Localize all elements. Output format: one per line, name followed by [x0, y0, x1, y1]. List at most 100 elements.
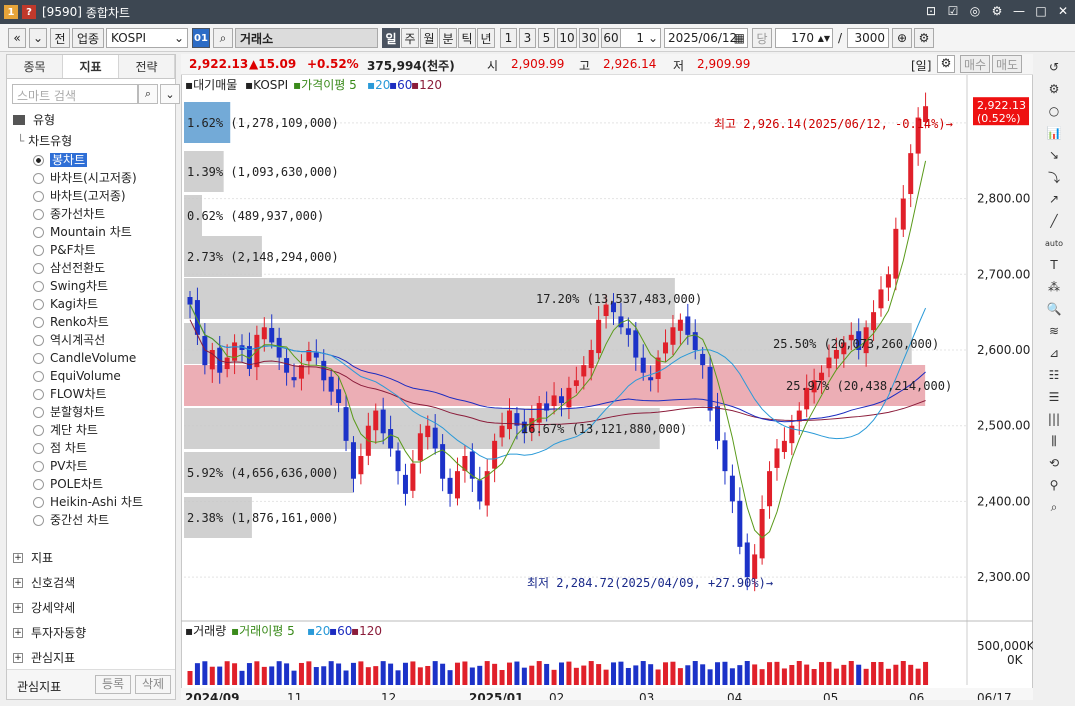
- minimize-button[interactable]: —: [1011, 3, 1027, 19]
- close-button[interactable]: ✕: [1055, 3, 1071, 19]
- expand-icon[interactable]: +: [13, 602, 23, 613]
- radio-icon[interactable]: [33, 245, 44, 256]
- zoom-icon[interactable]: ⊕: [892, 28, 912, 48]
- settings-icon[interactable]: ⚙: [989, 3, 1005, 19]
- chart-type-option[interactable]: 계단 차트: [33, 422, 98, 439]
- chevron-down-icon[interactable]: ⌄: [29, 28, 47, 48]
- spinner-icon[interactable]: ▲▼: [818, 34, 830, 43]
- radio-icon[interactable]: [33, 173, 44, 184]
- collapse-icon[interactable]: ⌄: [160, 84, 180, 104]
- chart-type-option[interactable]: POLE차트: [33, 476, 103, 493]
- trendline-icon[interactable]: ╱: [1045, 212, 1063, 230]
- triangle-icon[interactable]: ⊿: [1045, 344, 1063, 362]
- search-icon[interactable]: ⌕: [1045, 498, 1063, 516]
- expand-icon[interactable]: +: [13, 652, 23, 663]
- refresh-icon[interactable]: ⟲: [1045, 454, 1063, 472]
- sell-button[interactable]: 매도: [992, 55, 1022, 73]
- text-icon[interactable]: T: [1045, 256, 1063, 274]
- interval-button-1[interactable]: 1: [500, 28, 517, 48]
- chart-type-option[interactable]: 바차트(시고저종): [33, 170, 137, 187]
- period-spin[interactable]: 1 ⌄: [617, 28, 661, 48]
- radio-icon[interactable]: [33, 281, 44, 292]
- chart-type-option[interactable]: 봉차트: [33, 152, 88, 169]
- grid-icon[interactable]: ☷: [1045, 366, 1063, 384]
- chart-type-option[interactable]: 바차트(고저종): [33, 188, 126, 205]
- columns-icon[interactable]: ⫼: [1045, 432, 1063, 450]
- calendar-icon[interactable]: ▦: [734, 31, 745, 45]
- symbol-input[interactable]: KOSPI ⌄: [106, 28, 188, 48]
- chart-type-option[interactable]: 중간선 차트: [33, 512, 109, 529]
- price-chart[interactable]: 1.62% (1,278,109,000) 1.39% (1,093,630,00…: [181, 75, 1033, 700]
- smart-search-input[interactable]: 스마트 검색: [12, 84, 138, 104]
- radio-icon[interactable]: [33, 299, 44, 310]
- radio-icon[interactable]: [33, 317, 44, 328]
- section-2[interactable]: + 강세약세: [13, 599, 75, 616]
- radio-icon[interactable]: [33, 353, 44, 364]
- radio-icon[interactable]: [33, 479, 44, 490]
- camera-icon[interactable]: ◎: [967, 3, 983, 19]
- chart-type-option[interactable]: Kagi차트: [33, 296, 98, 313]
- left-tab-1[interactable]: 지표: [63, 55, 119, 78]
- chart-type-option[interactable]: 역시계곡선: [33, 332, 105, 349]
- radio-icon[interactable]: [33, 389, 44, 400]
- gear-icon[interactable]: ⚙: [914, 28, 934, 48]
- jeon-button[interactable]: 전: [50, 28, 70, 48]
- left-tab-2[interactable]: 전략: [119, 55, 175, 78]
- chart-type-option[interactable]: 삼선전환도: [33, 260, 105, 277]
- settings-icon[interactable]: ⚙: [1045, 80, 1063, 98]
- line-icon[interactable]: ↘: [1045, 146, 1063, 164]
- expand-icon[interactable]: +: [13, 627, 23, 638]
- radio-icon[interactable]: [33, 407, 44, 418]
- chart-type-option[interactable]: 점 차트: [33, 440, 87, 457]
- section-4[interactable]: + 관심지표: [13, 649, 75, 666]
- chart-type-header[interactable]: └ 차트유형: [17, 133, 72, 150]
- symbol-code[interactable]: 01: [192, 28, 210, 48]
- radio-icon[interactable]: [33, 335, 44, 346]
- radio-icon[interactable]: [33, 191, 44, 202]
- chart-type-option[interactable]: Swing차트: [33, 278, 108, 295]
- chart-type-option[interactable]: P&F차트: [33, 242, 96, 259]
- buy-button[interactable]: 매수: [960, 55, 990, 73]
- gear-icon[interactable]: ⚙: [937, 55, 955, 73]
- fib-icon[interactable]: ≋: [1045, 322, 1063, 340]
- period-tab-1[interactable]: 주: [401, 28, 419, 48]
- interval-button-60[interactable]: 60: [601, 28, 621, 48]
- radio-icon[interactable]: [33, 209, 44, 220]
- section-3[interactable]: + 투자자동향: [13, 624, 86, 641]
- period-tab-5[interactable]: 년: [477, 28, 495, 48]
- section-1[interactable]: + 신호검색: [13, 574, 75, 591]
- radio-icon[interactable]: [33, 425, 44, 436]
- type-header[interactable]: 유형: [13, 111, 55, 128]
- undo-icon[interactable]: ↺: [1045, 58, 1063, 76]
- pin-icon[interactable]: ⚲: [1045, 476, 1063, 494]
- link-icon[interactable]: ⊡: [923, 3, 939, 19]
- menu-icon[interactable]: ☰: [1045, 388, 1063, 406]
- chart-type-option[interactable]: CandleVolume: [33, 350, 136, 367]
- arrow-icon[interactable]: ↗: [1045, 190, 1063, 208]
- chart-type-option[interactable]: 분할형차트: [33, 404, 105, 421]
- dang-button[interactable]: 당: [752, 28, 772, 48]
- circle-icon[interactable]: ○: [1045, 102, 1063, 120]
- auto-icon[interactable]: auto: [1045, 234, 1063, 252]
- sector-button[interactable]: 업종: [72, 28, 104, 48]
- radio-icon[interactable]: [33, 515, 44, 526]
- radio-icon[interactable]: [33, 497, 44, 508]
- prev-button[interactable]: «: [8, 28, 26, 48]
- chart-type-option[interactable]: 종가선차트: [33, 206, 105, 223]
- chart-type-option[interactable]: Mountain 차트: [33, 224, 132, 241]
- chart-type-option[interactable]: Renko차트: [33, 314, 109, 331]
- dropdown-icon[interactable]: ⌄: [174, 31, 184, 45]
- count-input[interactable]: 170 ▲▼: [775, 28, 833, 48]
- curve-icon[interactable]: ⤵: [1045, 168, 1063, 186]
- register-button[interactable]: 등록: [95, 675, 131, 694]
- date-input[interactable]: 2025/06/12 ▦: [664, 28, 748, 48]
- interval-button-10[interactable]: 10: [557, 28, 577, 48]
- pattern-icon[interactable]: ⁂: [1045, 278, 1063, 296]
- search-icon[interactable]: ⌕: [213, 28, 233, 48]
- radio-icon[interactable]: [33, 227, 44, 238]
- delete-button[interactable]: 삭제: [135, 675, 171, 694]
- interval-button-30[interactable]: 30: [579, 28, 599, 48]
- interval-button-5[interactable]: 5: [538, 28, 555, 48]
- radio-icon[interactable]: [33, 155, 44, 166]
- bar-icon[interactable]: 📊: [1045, 124, 1063, 142]
